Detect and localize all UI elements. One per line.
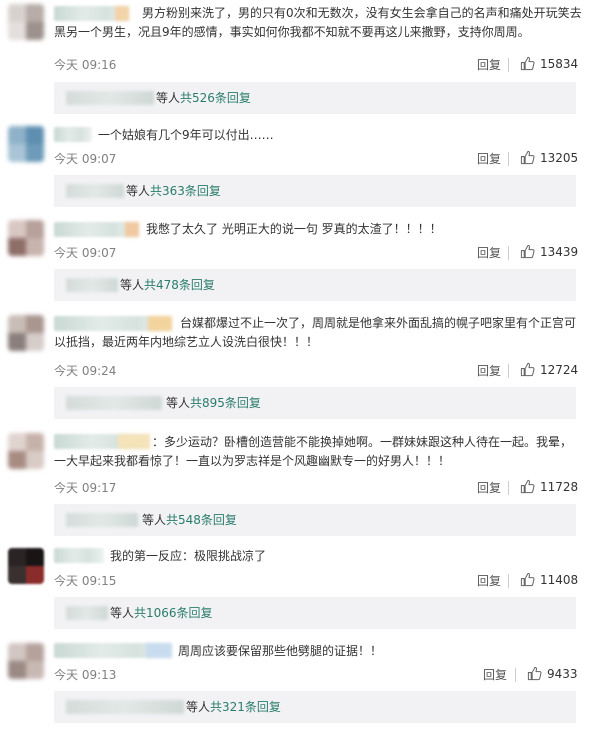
blurred-names [66,184,124,198]
like-count: 13205 [540,151,579,165]
blurred-names [66,513,138,527]
thread-prefix: 等人 [120,278,145,292]
reply-button[interactable]: 回复 [477,244,501,261]
thread-reply-count[interactable]: 共478条回复 [144,278,215,292]
avatar[interactable] [8,548,44,584]
thread-prefix: 等人 [110,606,135,620]
reply-thread[interactable]: 等人共526条回复 [54,82,576,114]
reply-thread[interactable]: 等人共895条回复 [54,387,576,419]
separator [508,481,509,495]
like-button[interactable]: 11408 [520,572,578,587]
avatar[interactable] [8,220,44,256]
comment-time: 今天 09:16 [54,58,117,72]
separator [508,364,509,378]
avatar[interactable] [8,315,44,351]
blurred-names [66,396,162,410]
comment-time: 今天 09:07 [54,246,117,260]
avatar[interactable] [8,126,44,162]
thumbs-up-icon [520,244,535,259]
thread-prefix: 等人 [142,513,167,527]
reply-button[interactable]: 回复 [477,572,501,589]
thread-prefix: 等人 [186,700,211,714]
comment-text: 我的第一反应：极限挑战凉了 [110,549,267,563]
reply-thread[interactable]: 等人共548条回复 [54,504,576,536]
separator [508,574,509,588]
avatar[interactable] [8,433,44,469]
comment-text: 台媒都爆过不止一次了，周周就是他拿来外面乱搞的幌子吧家里有个正宫可以抵挡，最近两… [54,316,577,349]
reply-button[interactable]: 回复 [483,666,507,683]
separator [508,152,509,166]
thumbs-up-icon [527,666,542,681]
avatar[interactable] [8,4,44,40]
like-count: 11408 [540,573,579,587]
thread-reply-count[interactable]: 共363条回复 [150,184,221,198]
thread-prefix: 等人 [166,396,191,410]
comment-time: 今天 09:24 [54,364,117,378]
like-count: 11728 [540,480,579,494]
comment-time: 今天 09:17 [54,481,117,495]
like-button[interactable]: 9433 [527,666,578,681]
reply-button[interactable]: 回复 [477,479,501,496]
like-button[interactable]: 12724 [520,362,578,377]
like-button[interactable]: 13439 [520,244,578,259]
thumbs-up-icon [520,479,535,494]
thread-reply-count[interactable]: 共321条回复 [210,700,281,714]
comment-time: 今天 09:07 [54,152,117,166]
like-button[interactable]: 11728 [520,479,578,494]
reply-button[interactable]: 回复 [477,362,501,379]
thumbs-up-icon [520,362,535,377]
thumbs-up-icon [520,56,535,71]
thread-reply-count[interactable]: 共895条回复 [190,396,261,410]
comment-text: 我憋了太久了 光明正大的说一句 罗真的太渣了！！！！ [146,222,442,236]
separator [508,246,509,260]
like-button[interactable]: 15834 [520,56,578,71]
reply-button[interactable]: 回复 [477,56,501,73]
reply-thread[interactable]: 等人共478条回复 [54,269,576,301]
blurred-names [66,606,108,620]
thread-reply-count[interactable]: 共526条回复 [180,91,251,105]
thumbs-up-icon [520,150,535,165]
like-count: 9433 [547,667,578,681]
avatar[interactable] [8,643,44,679]
reply-thread[interactable]: 等人共1066条回复 [54,597,576,629]
thumbs-up-icon [520,572,535,587]
like-count: 12724 [540,363,579,377]
blurred-names [66,91,154,105]
thread-reply-count[interactable]: 共548条回复 [166,513,237,527]
comment-text: 男方粉别来洗了，男的只有0次和无数次，没有女生会拿自己的名声和痛处开玩笑去黑另一… [54,6,582,39]
reply-thread[interactable]: 等人共363条回复 [54,175,576,207]
like-count: 15834 [540,57,579,71]
comment-text: ：多少运动？卧槽创造营能不能换掉她啊。一群妹妹跟这种人待在一起。我晕，一大早起来… [54,435,573,468]
thread-prefix: 等人 [156,91,181,105]
reply-thread[interactable]: 等人共321条回复 [54,691,576,723]
blurred-names [66,278,118,292]
blurred-names [66,700,184,714]
comment-time: 今天 09:13 [54,668,117,682]
comment-text: 周周应该要保留那些他劈腿的证据！！ [178,644,383,658]
comment-text: 一个姑娘有几个9年可以付出…… [98,128,274,142]
comment-time: 今天 09:15 [54,574,117,588]
like-button[interactable]: 13205 [520,150,578,165]
reply-button[interactable]: 回复 [477,150,501,167]
separator [508,58,509,72]
thread-reply-count[interactable]: 共1066条回复 [134,606,213,620]
separator [515,668,516,682]
thread-prefix: 等人 [126,184,151,198]
like-count: 13439 [540,245,579,259]
